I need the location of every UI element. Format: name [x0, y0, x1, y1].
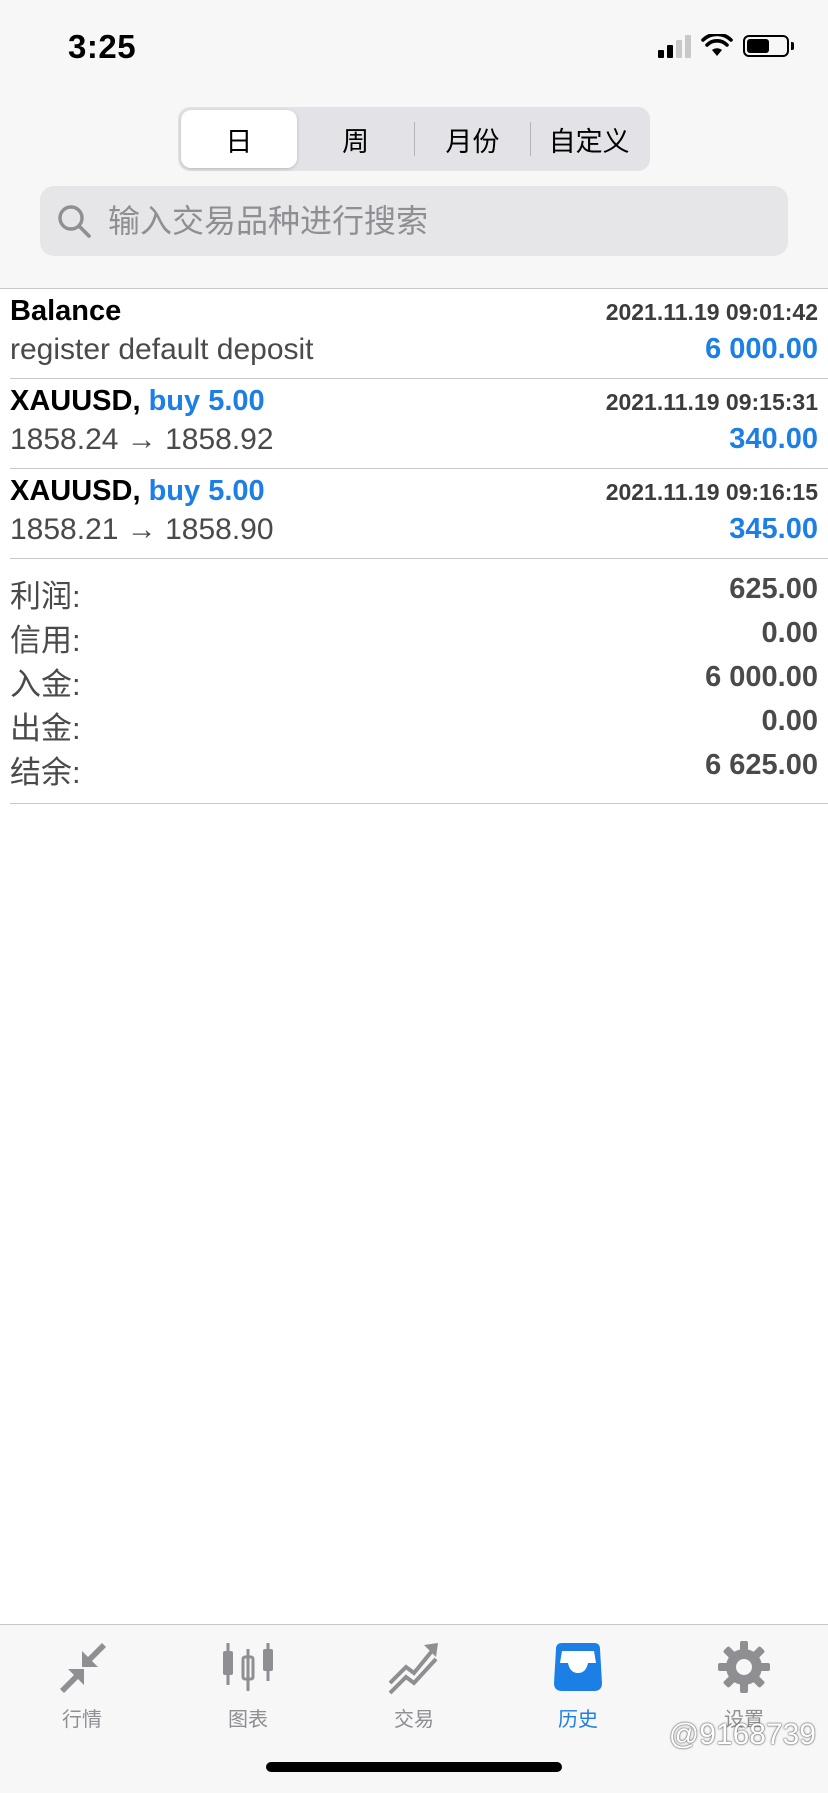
segment-week-label: 周 [342, 126, 370, 157]
deal-symbol: XAUUSD, [10, 385, 141, 417]
candlestick-chart-icon [223, 1643, 273, 1691]
tab-history[interactable]: 历史 [518, 1639, 638, 1732]
summary-row-deposit: 入金: 6 000.00 [10, 659, 828, 703]
header-area: 3:25 日 周 月份 自定义 [0, 0, 828, 289]
tab-label: 历史 [558, 1709, 598, 1731]
deal-symbol: Balance [10, 295, 122, 327]
gear-icon [718, 1641, 770, 1693]
status-time: 3:25 [68, 28, 137, 65]
summary-label: 出金: [10, 711, 81, 746]
segment-custom-label: 自定义 [548, 126, 630, 157]
wifi-icon [701, 34, 733, 56]
tab-quotes[interactable]: 行情 [22, 1639, 142, 1732]
inbox-history-icon [554, 1643, 602, 1691]
summary-block: 利润: 625.00 信用: 0.00 入金: 6 000.00 出金: 0.0… [10, 559, 828, 804]
deal-prices: 1858.24 → 1858.92 [10, 423, 274, 456]
deal-time: 2021.11.19 09:01:42 [605, 299, 818, 325]
history-list: Balance 2021.11.19 09:01:42 register def… [0, 289, 828, 804]
watermark-text: @9168739 [668, 1718, 816, 1751]
deal-profit: 345.00 [729, 513, 818, 545]
deal-prices: 1858.21 → 1858.90 [10, 513, 274, 546]
period-segmented-control: 日 周 月份 自定义 [178, 107, 650, 171]
summary-row-balance: 结余: 6 625.00 [10, 747, 828, 791]
summary-label: 入金: [10, 667, 81, 702]
summary-row-withdrawal: 出金: 0.00 [10, 703, 828, 747]
deal-row[interactable]: XAUUSD, buy 5.00 2021.11.19 09:16:15 185… [10, 469, 828, 559]
deal-row[interactable]: XAUUSD, buy 5.00 2021.11.19 09:15:31 185… [10, 379, 828, 469]
battery-icon [743, 35, 789, 57]
segment-month[interactable]: 月份 [415, 110, 531, 168]
trade-trend-icon [388, 1643, 438, 1695]
tab-label: 图表 [228, 1709, 268, 1731]
segment-month-label: 月份 [445, 126, 500, 157]
search-icon [58, 205, 91, 238]
deal-amount: 6 000.00 [705, 333, 818, 365]
deal-symbol: XAUUSD, [10, 475, 141, 507]
deal-title: XAUUSD, buy 5.00 [10, 475, 265, 508]
segment-day-label: 日 [225, 126, 253, 157]
summary-label: 利润: [10, 579, 81, 614]
summary-value: 0.00 [761, 617, 818, 649]
deal-subtitle: register default deposit [10, 333, 314, 366]
segment-day[interactable]: 日 [181, 110, 297, 168]
deal-row[interactable]: Balance 2021.11.19 09:01:42 register def… [10, 289, 828, 379]
deal-title: XAUUSD, buy 5.00 [10, 385, 265, 418]
tab-trade[interactable]: 交易 [354, 1639, 474, 1732]
summary-value: 6 625.00 [705, 749, 818, 781]
deal-title: Balance [10, 295, 121, 328]
search-input[interactable] [106, 201, 710, 241]
segment-week[interactable]: 周 [298, 110, 414, 168]
deal-type-volume: buy 5.00 [148, 385, 265, 417]
summary-value: 0.00 [761, 705, 818, 737]
status-icons [658, 34, 794, 58]
tab-charts[interactable]: 图表 [188, 1639, 308, 1732]
summary-value: 6 000.00 [705, 661, 818, 693]
home-indicator[interactable] [266, 1762, 562, 1772]
summary-row-credit: 信用: 0.00 [10, 615, 828, 659]
deal-time: 2021.11.19 09:16:15 [605, 479, 818, 505]
search-bar[interactable] [40, 186, 788, 256]
cellular-signal-icon [658, 34, 691, 58]
quotes-arrows-icon [60, 1643, 106, 1693]
segment-custom[interactable]: 自定义 [531, 110, 647, 168]
deal-type-volume: buy 5.00 [148, 475, 265, 507]
deal-profit: 340.00 [729, 423, 818, 455]
summary-label: 结余: [10, 755, 81, 790]
tab-label: 行情 [62, 1709, 102, 1731]
summary-row-profit: 利润: 625.00 [10, 571, 828, 615]
summary-value: 625.00 [729, 573, 818, 605]
deal-time: 2021.11.19 09:15:31 [605, 389, 818, 415]
summary-label: 信用: [10, 623, 81, 658]
tab-label: 交易 [394, 1709, 434, 1731]
